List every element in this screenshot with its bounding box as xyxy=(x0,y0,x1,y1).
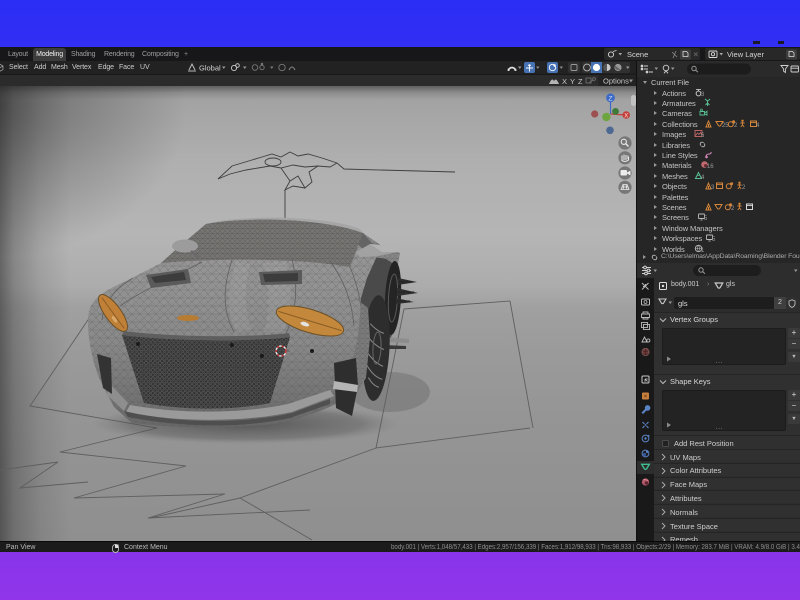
svg-text:Global: Global xyxy=(199,64,221,73)
svg-text:Options: Options xyxy=(603,77,629,86)
svg-text:Scene: Scene xyxy=(627,50,648,59)
svg-text:Z: Z xyxy=(578,77,583,86)
svg-text:X: X xyxy=(562,77,567,86)
svg-text:View Layer: View Layer xyxy=(727,50,764,59)
svg-text:X: X xyxy=(624,114,628,120)
svg-text:Z: Z xyxy=(609,96,613,103)
svg-text:Y: Y xyxy=(570,77,575,86)
